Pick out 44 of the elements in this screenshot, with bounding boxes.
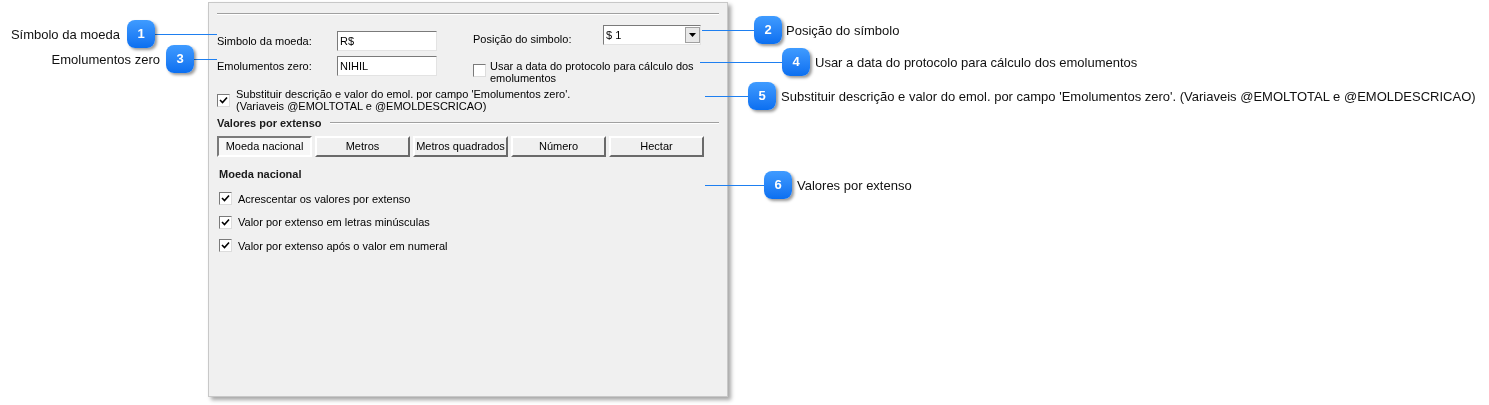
tab[interactable]: Número (511, 136, 606, 157)
checkbox[interactable] (219, 239, 232, 253)
field-label: Simbolo da moeda: (217, 33, 313, 49)
tab[interactable]: Metros quadrados (413, 136, 508, 157)
checkbox[interactable] (219, 192, 232, 206)
callout-badge: 5 (748, 82, 776, 110)
field-label: Posição do simbolo: (473, 32, 573, 47)
leader-line (702, 30, 754, 31)
zero-fees-field[interactable]: NIHIL (337, 56, 437, 76)
leader-line (155, 34, 217, 35)
symbol-position-dropdown[interactable]: $ 1 (603, 25, 701, 46)
callout-label: Substituir descrição e valor do emol. por campo 'Emolumentos zero'. (Variaveis @EMOLTOTAL e @EMOLDESCRICAO) (781, 88, 1476, 106)
callout-badge: 2 (754, 16, 782, 44)
callout-badge: 1 (127, 20, 155, 48)
callout-label: Usar a data do protocolo para cálculo dos emolumentos (815, 54, 1138, 72)
callout-badge: 3 (166, 45, 194, 73)
checkbox[interactable] (473, 63, 486, 77)
check-icon (221, 241, 230, 251)
checkbox[interactable] (219, 215, 232, 229)
tab[interactable]: Hectar (609, 136, 704, 157)
field-label: Emolumentos zero: (217, 58, 313, 74)
check-icon (221, 217, 230, 227)
checkbox[interactable] (217, 93, 230, 107)
callout-label: Emolumentos zero (51, 51, 160, 69)
currency-symbol-field[interactable]: R$ (337, 31, 437, 51)
check-icon (219, 95, 228, 105)
checkbox-label: Substituir descrição e valor do emol. por campo 'Emolumentos zero'. (Variaveis @EMOLTOTAL e @EMOLDESCRICAO) (236, 87, 571, 112)
tab[interactable]: Moeda nacional (217, 136, 312, 157)
checkbox-label: Valor por extenso em letras minúsculas (238, 215, 430, 230)
callout-label: Valores por extenso (797, 177, 912, 195)
subsection-title: Moeda nacional (219, 167, 303, 182)
checkbox-label: Acrescentar os valores por extenso (238, 191, 411, 207)
leader-line (705, 96, 748, 97)
checkbox-label: Valor por extenso após o valor em numeral (238, 238, 448, 254)
callout-badge: 6 (764, 171, 792, 199)
check-icon (221, 194, 230, 204)
leader-line (705, 185, 764, 186)
callout-badge: 4 (782, 48, 810, 76)
tab[interactable]: Metros (315, 136, 410, 157)
callout-label: Posição do símbolo (786, 22, 900, 40)
leader-line (194, 59, 217, 60)
section-title: Valores por extenso (217, 115, 322, 131)
callout-label: Símbolo da moeda (10, 26, 120, 44)
checkbox-label: Usar a data do protocolo para cálculo dos emolumentos (490, 59, 695, 84)
